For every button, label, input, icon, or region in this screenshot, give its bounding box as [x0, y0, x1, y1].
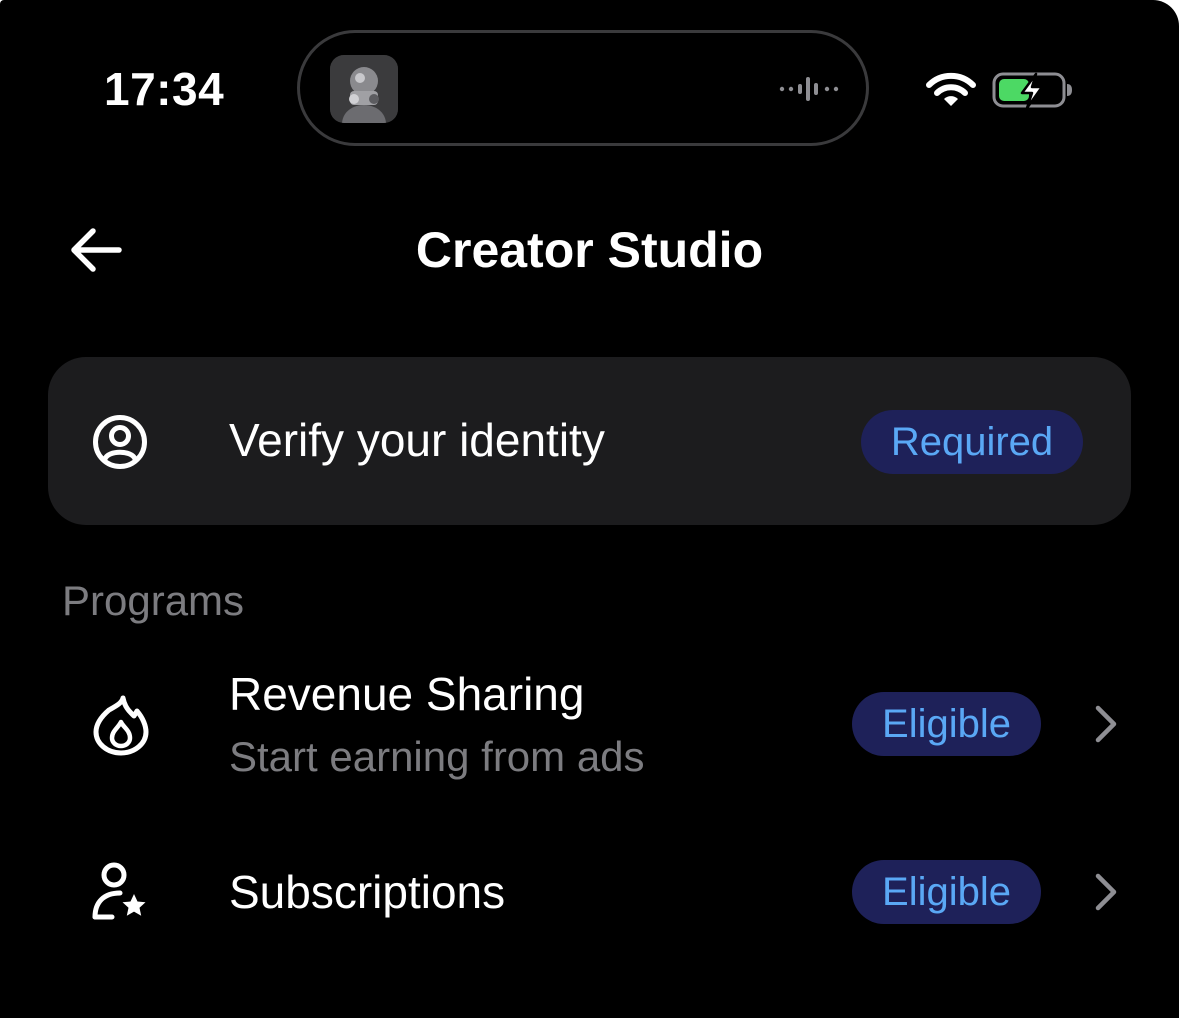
flame-icon	[93, 695, 149, 756]
verify-identity-label: Verify your identity	[229, 414, 605, 466]
verify-identity-card[interactable]: Verify your identity Required	[48, 357, 1131, 525]
wifi-icon	[926, 72, 976, 106]
user-star-icon	[92, 862, 146, 920]
user-circle-icon	[93, 415, 147, 469]
page-title: Creator Studio	[415, 222, 764, 278]
audio-waveform-icon	[779, 77, 839, 101]
status-time: 17:34	[104, 63, 225, 115]
subscriptions-eligible-badge: Eligible	[852, 860, 1041, 924]
chevron-right-icon	[1095, 705, 1117, 743]
revenue-sharing-subtitle: Start earning from ads	[229, 733, 645, 780]
dynamic-island[interactable]	[297, 30, 869, 146]
battery-charging-icon	[992, 72, 1072, 110]
subscriptions-row[interactable]: Subscriptions Eligible	[0, 846, 1179, 942]
subscriptions-title: Subscriptions	[229, 866, 506, 918]
now-playing-artwork	[330, 55, 398, 123]
required-badge: Required	[861, 410, 1083, 474]
revenue-sharing-row[interactable]: Revenue Sharing Start earning from ads E…	[0, 660, 1179, 790]
revenue-sharing-eligible-badge: Eligible	[852, 692, 1041, 756]
revenue-sharing-title: Revenue Sharing	[229, 668, 585, 720]
chevron-right-icon	[1095, 873, 1117, 911]
programs-section-label: Programs	[62, 577, 245, 624]
creator-studio-screen: 17:34 Creator Studio Verify your identit…	[0, 0, 1179, 1018]
